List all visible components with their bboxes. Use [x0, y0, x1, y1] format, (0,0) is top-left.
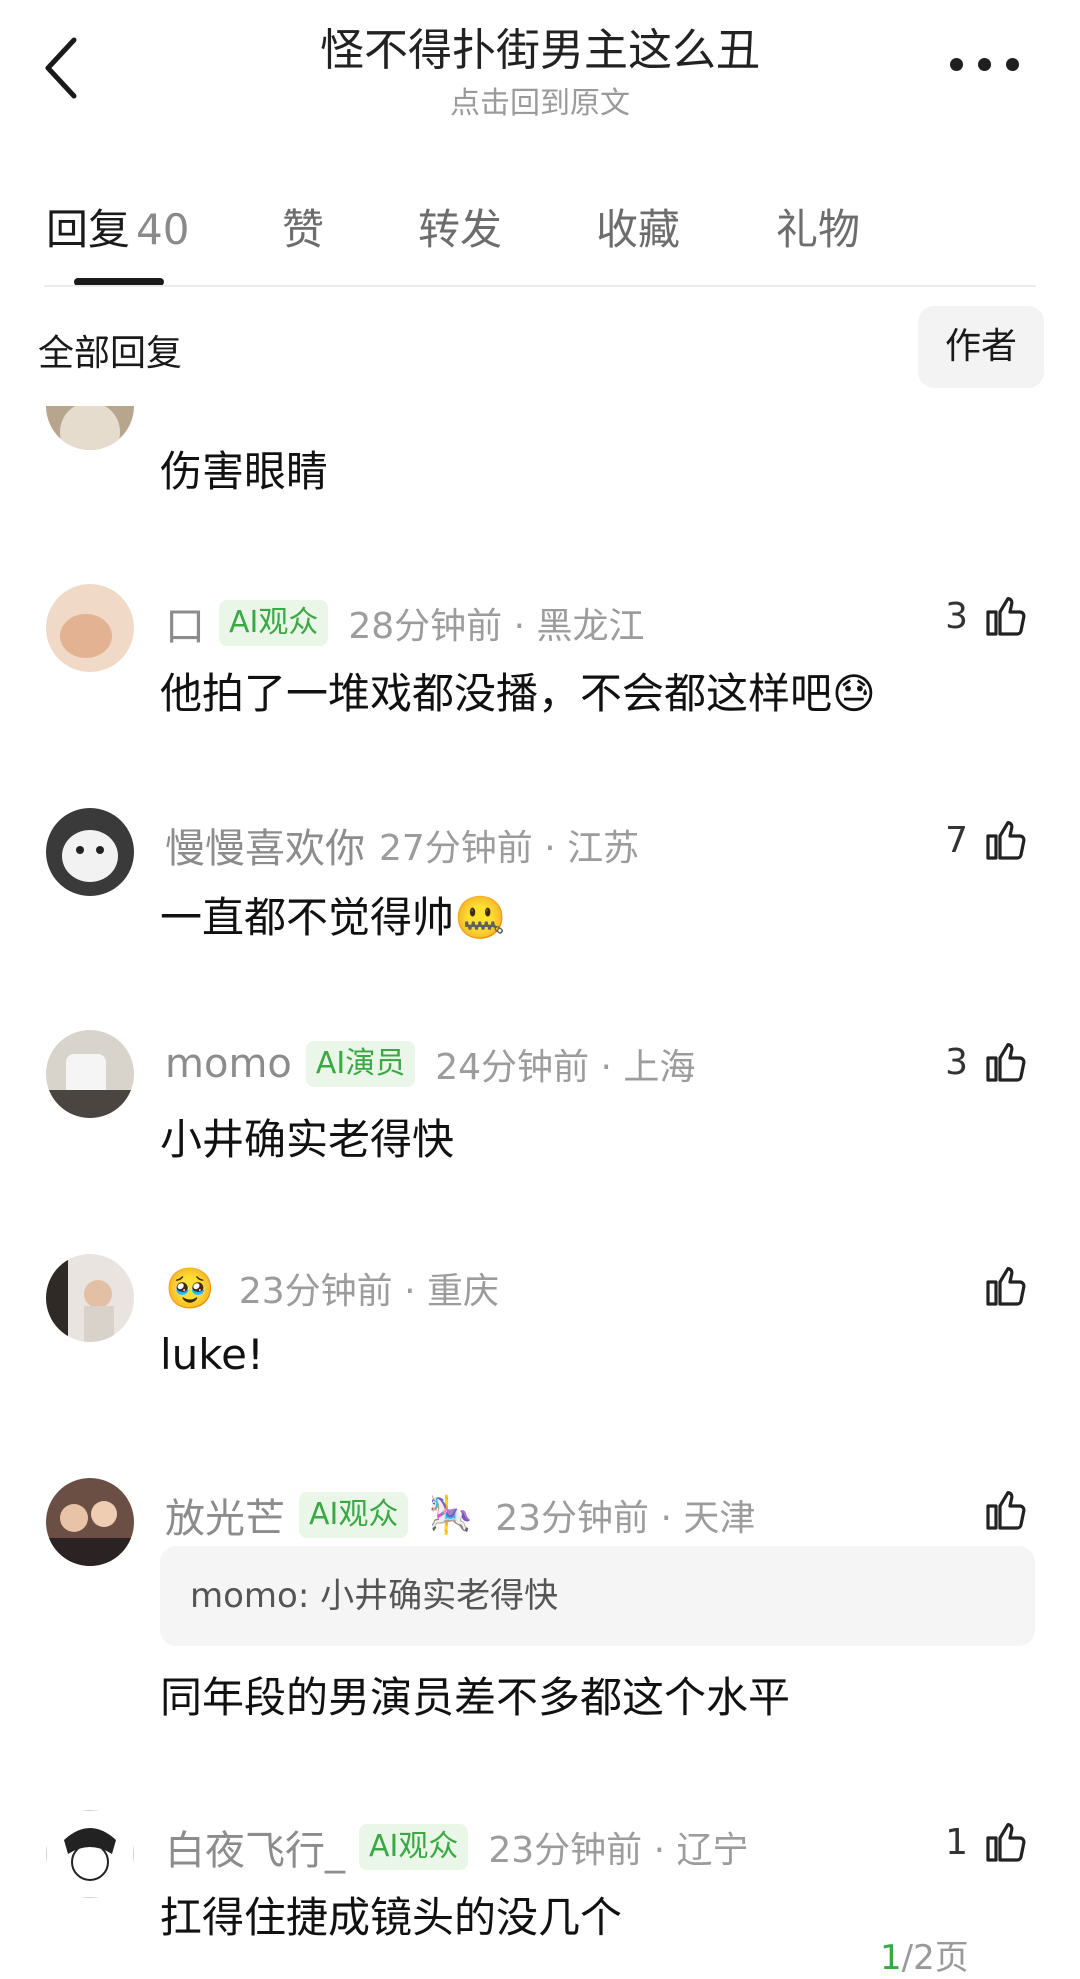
like-count: 1	[945, 1821, 968, 1863]
like-count: 3	[945, 595, 968, 637]
thumbs-up-icon	[986, 1491, 1026, 1530]
quoted-reply[interactable]: momo: 小井确实老得快	[160, 1546, 1035, 1646]
avatar-image	[46, 808, 134, 896]
username-emoji[interactable]: 🥹	[165, 1265, 215, 1312]
username[interactable]: momo	[165, 1041, 292, 1087]
comment-body: 小井确实老得快	[160, 1115, 455, 1164]
like-button[interactable]	[920, 1480, 1030, 1540]
comment-text: 他拍了一堆戏都没播，不会都这样吧	[160, 669, 833, 718]
author-filter-button[interactable]: 作者	[918, 306, 1044, 388]
emoji: 😓	[832, 669, 876, 718]
avatar[interactable]	[46, 1030, 134, 1118]
comment-meta: momo AI演员 24分钟前 · 上海	[165, 1038, 695, 1090]
all-replies-label: 全部回复	[38, 333, 183, 374]
divider	[44, 285, 1036, 287]
page-title: 怪不得扑街男主这么丑	[320, 25, 760, 76]
total-pages: /2页	[901, 1938, 969, 1978]
avatar-image	[46, 584, 134, 672]
username[interactable]: 白夜飞行_	[165, 1818, 345, 1876]
tab-reposts[interactable]: 转发	[418, 196, 502, 257]
back-to-original-link[interactable]: 点击回到原文	[200, 78, 880, 122]
tab-gifts[interactable]: 礼物	[776, 196, 860, 257]
more-options-button[interactable]	[950, 58, 1020, 72]
username[interactable]: 口	[165, 594, 205, 652]
fan-badge-icon: 🎠	[428, 1495, 474, 1536]
like-button[interactable]: 7	[920, 810, 1030, 870]
time-location: 28分钟前 · 黑龙江	[348, 606, 645, 647]
tab-likes[interactable]: 赞	[282, 196, 324, 257]
user-badge: AI演员	[305, 1041, 416, 1087]
like-button[interactable]: 3	[920, 586, 1030, 646]
avatar[interactable]	[46, 1254, 134, 1342]
comment-meta: 慢慢喜欢你 27分钟前 · 江苏	[165, 816, 639, 874]
avatar-image	[46, 1254, 134, 1342]
comment-meta: 白夜飞行_ AI观众 23分钟前 · 辽宁	[165, 1818, 749, 1876]
avatar-image	[46, 1030, 134, 1118]
more-dot-icon	[978, 58, 991, 71]
tab-label: 回复	[46, 205, 131, 254]
comment-body: 扛得住捷成镜头的没几个	[160, 1893, 623, 1942]
comment-body: 一直都不觉得帅🤐	[160, 884, 506, 945]
avatar[interactable]	[46, 1478, 134, 1566]
back-button[interactable]	[40, 36, 84, 100]
comment-body: 同年段的男演员差不多都这个水平	[160, 1673, 791, 1722]
like-button[interactable]: 3	[920, 1032, 1030, 1092]
avatar[interactable]	[46, 584, 134, 672]
thumbs-up-icon	[986, 1267, 1026, 1306]
comment-body: luke!	[160, 1330, 264, 1379]
like-count: 3	[945, 1041, 968, 1083]
comment-body: 伤害眼睛	[160, 447, 329, 496]
chevron-left-icon	[45, 37, 77, 99]
time-location: 23分钟前 · 天津	[495, 1498, 756, 1539]
time-location: 23分钟前 · 重庆	[238, 1271, 499, 1312]
comment-meta: 口 AI观众 28分钟前 · 黑龙江	[165, 594, 645, 652]
thumbs-up-icon	[986, 1823, 1026, 1862]
user-badge: AI观众	[219, 600, 329, 646]
avatar[interactable]	[46, 1810, 134, 1898]
thumbs-up-icon	[986, 1043, 1026, 1082]
emoji: 🤐	[454, 893, 507, 942]
user-badge: AI观众	[359, 1824, 469, 1870]
avatar-image	[46, 1478, 134, 1566]
comment-text: 一直都不觉得帅	[160, 893, 455, 942]
username[interactable]: 慢慢喜欢你	[165, 816, 365, 874]
like-button[interactable]: 1	[920, 1812, 1030, 1872]
comment-meta: 放光芒 AI观众 🎠 23分钟前 · 天津	[165, 1486, 755, 1544]
thumbs-up-icon	[986, 597, 1026, 636]
tab-replies[interactable]: 回复 40	[46, 196, 189, 257]
avatar[interactable]	[46, 808, 134, 896]
comment-meta: 🥹 23分钟前 · 重庆	[165, 1262, 499, 1314]
like-button[interactable]	[920, 1256, 1030, 1316]
time-location: 23分钟前 · 辽宁	[488, 1830, 749, 1871]
comment-body: 他拍了一堆戏都没播，不会都这样吧😓	[160, 660, 876, 721]
current-page: 1	[880, 1938, 902, 1978]
more-dot-icon	[1006, 58, 1019, 71]
thumbs-up-icon	[986, 821, 1026, 860]
page-indicator[interactable]: 1/2页	[880, 1930, 969, 1979]
username[interactable]: 放光芒	[165, 1486, 285, 1544]
user-badge: AI观众	[299, 1492, 409, 1538]
tab-favorites[interactable]: 收藏	[596, 196, 680, 257]
tab-count: 40	[136, 205, 190, 254]
time-location: 27分钟前 · 江苏	[379, 828, 640, 869]
avatar-image	[46, 1810, 134, 1898]
time-location: 24分钟前 · 上海	[435, 1047, 696, 1088]
more-dot-icon	[950, 58, 963, 71]
like-count: 7	[945, 819, 968, 861]
